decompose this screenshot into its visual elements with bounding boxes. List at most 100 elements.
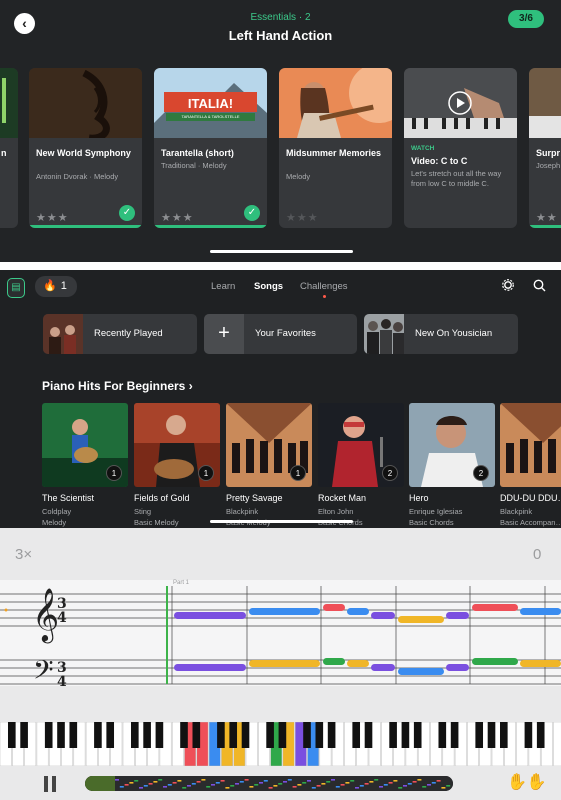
lesson-card-tarantella[interactable]: ITALIA! TARANTELLA & TAROLSTELLE Tarante…	[154, 68, 267, 228]
piano-black-key	[315, 722, 324, 748]
song-level: Melody	[42, 518, 67, 527]
pause-button[interactable]	[44, 776, 58, 792]
card-subtitle: Joseph…	[536, 161, 561, 170]
piano-black-key	[241, 722, 250, 748]
sheet-music-staff: 𝄞 𝄢 3 4 3 4	[0, 580, 561, 692]
section-title[interactable]: Piano Hits For Beginners ›	[42, 379, 193, 393]
library-icon[interactable]: ▤	[7, 278, 25, 298]
timeline-note	[153, 781, 158, 783]
home-indicator[interactable]	[210, 250, 353, 253]
lesson-card[interactable]: Surpr… Joseph… ★★	[529, 68, 561, 228]
song-name: Rocket Man	[318, 493, 367, 503]
timeline-note	[139, 787, 143, 789]
timeline-note	[436, 780, 441, 782]
piano-white-key	[553, 722, 561, 766]
timeline-note	[311, 787, 316, 789]
lesson-card[interactable]: …n	[0, 68, 18, 228]
timeline-note	[196, 781, 201, 783]
difficulty-badge: 1	[198, 465, 214, 481]
piano-black-key	[327, 722, 336, 748]
star-icon: ★	[182, 212, 193, 224]
card-title: Midsummer Memories	[286, 148, 382, 158]
song-artist: Elton John	[318, 507, 354, 516]
recently-played-thumbnail	[43, 314, 83, 354]
streak-count: 1	[60, 280, 67, 292]
piano-black-key	[266, 722, 274, 748]
timeline-note	[345, 782, 350, 784]
star-icon: ★	[46, 212, 57, 224]
star-icon: ★	[36, 212, 46, 224]
timeline-note	[302, 782, 307, 784]
song-level: Basic Chords	[409, 518, 454, 527]
piano-black-key	[229, 722, 238, 748]
piano-black-key	[7, 722, 16, 748]
piano-black-key	[352, 722, 361, 748]
tab-challenges[interactable]: Challenges	[300, 281, 348, 292]
card-completion-bar	[529, 225, 561, 228]
new-on-yousician-button[interactable]: New On Yousician	[364, 314, 518, 354]
streak-button[interactable]: 🔥 1	[35, 276, 77, 297]
timeline-note	[359, 785, 364, 787]
new-on-yousician-thumbnail	[364, 314, 404, 354]
recently-played-button[interactable]: Recently Played	[43, 314, 197, 354]
timeline-note	[177, 780, 182, 782]
bass-clef-icon: 𝄢	[33, 654, 54, 692]
piano-black-key	[69, 722, 78, 748]
timeline-note	[441, 787, 446, 789]
card-thumbnail	[0, 68, 18, 138]
quick-link-label: Recently Played	[94, 328, 163, 339]
home-indicator[interactable]	[210, 520, 353, 523]
timeline-note	[417, 779, 422, 781]
card-thumbnail	[29, 68, 142, 138]
your-favorites-button[interactable]: + Your Favorites	[204, 314, 357, 354]
lesson-card-midsummer-memories[interactable]: Midsummer Memories Melody ★★★	[279, 68, 392, 228]
piano-black-key	[143, 722, 151, 748]
timeline-note	[374, 779, 379, 781]
tab-songs[interactable]: Songs	[254, 281, 283, 292]
timeline-note	[158, 779, 163, 781]
piano-black-key	[303, 722, 311, 748]
timeline-note	[379, 786, 383, 788]
timeline-note	[364, 783, 369, 785]
lesson-card-new-world-symphony[interactable]: New World Symphony Antonin Dvorak · Melo…	[29, 68, 142, 228]
card-thumb-subtext: TARANTELLA & TAROLSTELLE	[181, 114, 240, 119]
timeline-note	[134, 780, 139, 782]
timeline-note	[167, 784, 172, 786]
search-icon[interactable]	[533, 279, 546, 292]
timeline-note	[119, 786, 124, 788]
card-subtitle: Let's stretch out all the way from low C…	[411, 169, 502, 188]
piano-black-key	[44, 722, 53, 748]
score-counter: 0	[533, 546, 542, 563]
timeline-note	[263, 780, 268, 782]
song-timeline-scrubber[interactable]	[85, 776, 453, 791]
song-level: Basic Accompan…	[500, 518, 561, 527]
hands-icon[interactable]: ✋✋	[507, 772, 547, 792]
timeline-note	[225, 787, 230, 789]
speed-indicator[interactable]: 3×	[15, 546, 32, 563]
timeline-note	[129, 782, 134, 784]
gear-icon[interactable]	[502, 279, 514, 291]
timeline-note	[172, 782, 177, 784]
songs-panel	[0, 270, 561, 528]
piano-black-key	[413, 722, 422, 748]
card-subtitle: Antonin Dvorak · Melody	[36, 172, 119, 181]
difficulty-badge: 1	[290, 465, 306, 481]
timeline-note	[446, 785, 451, 787]
timeline-note	[278, 783, 283, 785]
piano-black-key	[57, 722, 65, 748]
song-artist: Blackpink	[500, 507, 533, 516]
lesson-card-video[interactable]: WATCH Video: C to C Let's stretch out al…	[404, 68, 517, 228]
piano-black-key	[106, 722, 115, 748]
star-icon: ★	[171, 212, 182, 224]
timeline-note	[206, 786, 211, 788]
piano-black-key	[94, 722, 102, 748]
timeline-note	[292, 786, 297, 788]
piano-keyboard[interactable]	[0, 722, 561, 766]
card-completion-bar	[29, 225, 142, 228]
song-card-ddu-du-ddu-du[interactable]: DDU-DU DDU… Blackpink Basic Accompan…	[500, 403, 561, 528]
timeline-note	[431, 782, 436, 784]
treble-clef-icon: 𝄞	[32, 587, 59, 643]
timeline-note	[398, 787, 403, 789]
timeline-note	[182, 787, 187, 789]
tab-learn[interactable]: Learn	[211, 281, 235, 292]
